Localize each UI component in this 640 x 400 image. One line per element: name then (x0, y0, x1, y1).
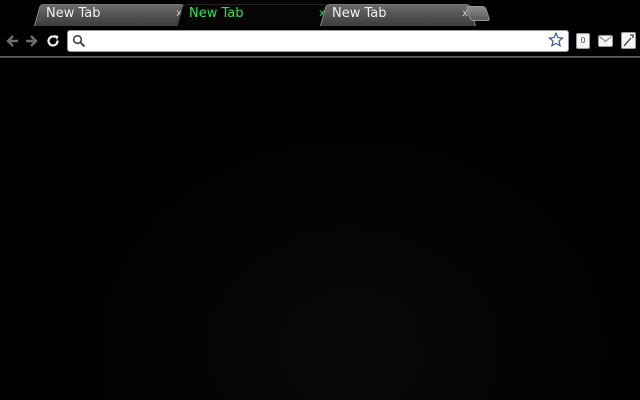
omnibox[interactable] (67, 30, 569, 52)
tab-title: New Tab (189, 6, 244, 21)
mail-icon[interactable] (598, 35, 613, 47)
page-content[interactable] (0, 58, 640, 400)
tab-title: New Tab (46, 6, 101, 21)
tab-new-tab-1[interactable]: New Tab x (34, 2, 190, 26)
toolbar: 0 (0, 27, 640, 56)
tab-new-tab-2[interactable]: New Tab x (177, 2, 333, 26)
star-icon[interactable] (548, 32, 564, 48)
new-tab-button[interactable] (465, 6, 491, 21)
tab-new-tab-3[interactable]: New Tab x (320, 2, 476, 26)
address-input[interactable] (90, 32, 530, 50)
forward-arrow-icon[interactable] (23, 31, 41, 51)
wrench-icon[interactable] (621, 32, 636, 49)
search-icon (72, 34, 86, 48)
extension-badge-count: 0 (580, 36, 586, 45)
tab-title: New Tab (332, 6, 387, 21)
back-arrow-icon[interactable] (3, 31, 21, 51)
reload-icon[interactable] (44, 31, 62, 51)
extension-badge-icon[interactable]: 0 (576, 33, 590, 49)
browser-window: New Tab x New Tab x New Tab x 0 (0, 0, 640, 400)
tab-strip: New Tab x New Tab x New Tab x (0, 0, 640, 28)
